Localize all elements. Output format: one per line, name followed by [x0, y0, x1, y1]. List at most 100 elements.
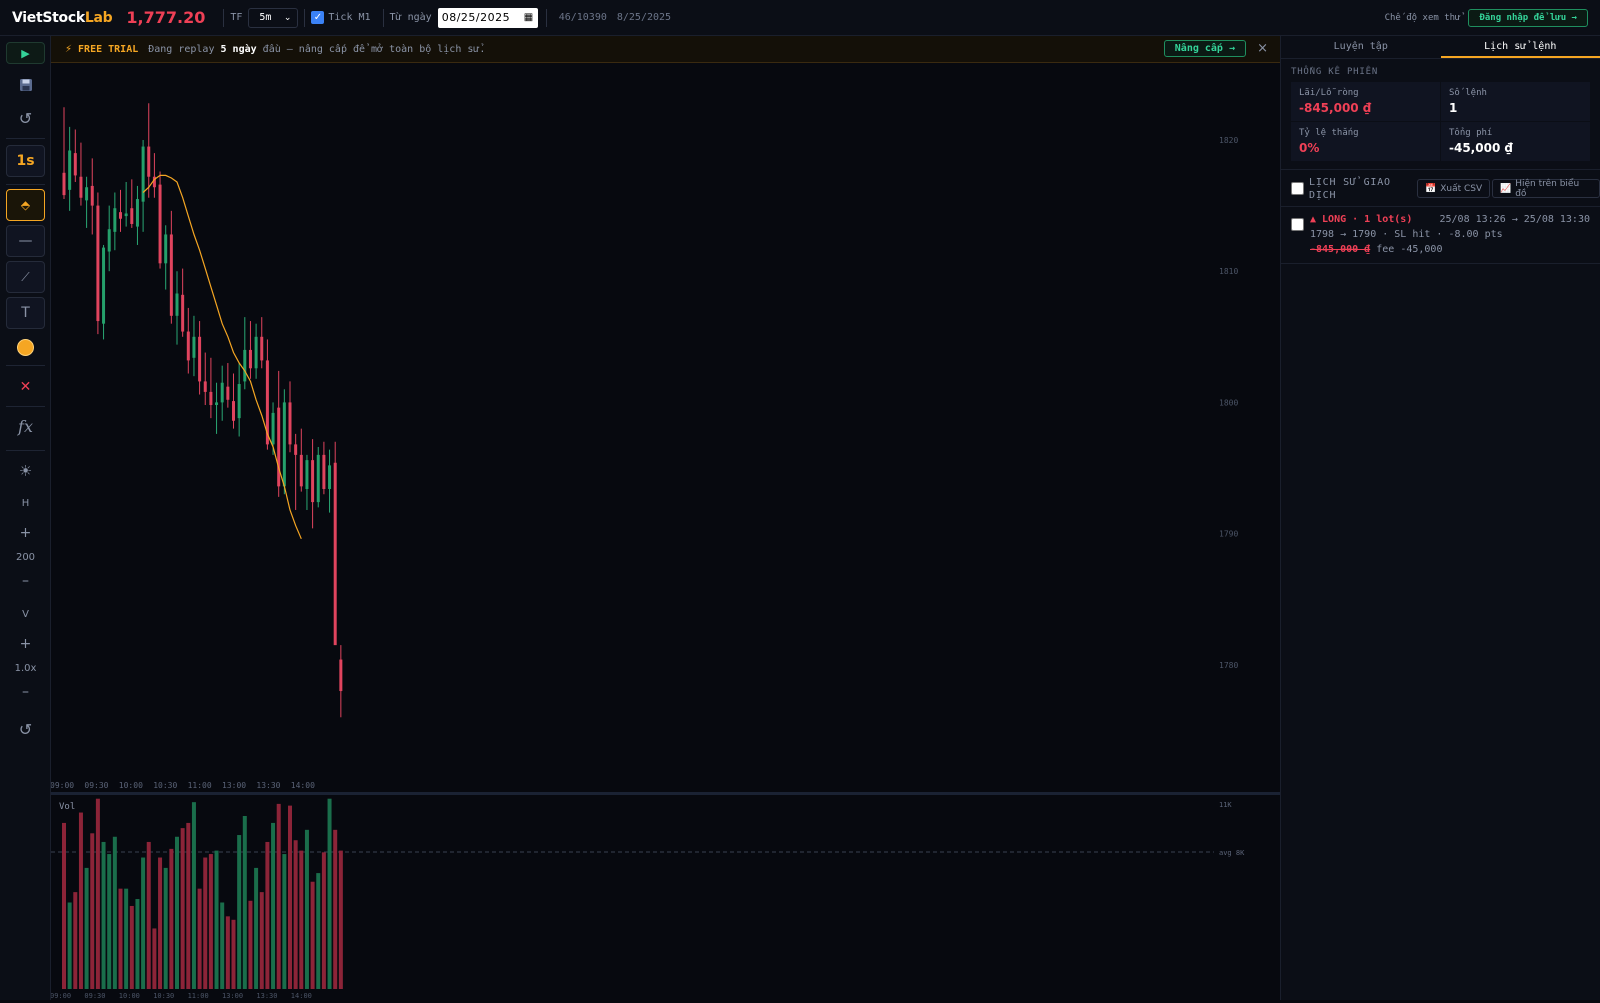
h-zoom-out-button[interactable]: –	[6, 572, 45, 590]
price-chart[interactable]: 18201810180017901780 09:0009:3010:0010:3…	[51, 63, 1280, 1000]
volume-bar	[294, 840, 298, 989]
candle-body	[74, 153, 77, 175]
current-price: 1,777.20	[126, 8, 205, 27]
play-button[interactable]: ▶	[6, 42, 45, 64]
divider	[6, 365, 45, 366]
volume-bar	[288, 806, 292, 989]
candle-body	[102, 248, 105, 324]
volume-bar	[135, 899, 139, 989]
panel-tabs: Luyện tập Lịch sử lệnh	[1281, 36, 1600, 59]
h-zoom-in-button[interactable]: +	[6, 524, 45, 542]
candle-body	[187, 332, 190, 361]
trade-row[interactable]: ▲ LONG · 1 lot(s) 25/08 13:26 → 25/08 13…	[1281, 207, 1600, 264]
tick-m1-checkbox[interactable]: ✓	[311, 11, 324, 24]
v-zoom-in-button[interactable]: +	[6, 635, 45, 653]
candle-body	[198, 337, 201, 382]
export-csv-button[interactable]: 📅Xuất CSV	[1417, 179, 1490, 198]
candle-body	[79, 177, 82, 198]
volume-bar	[209, 854, 213, 989]
trade-checkbox[interactable]	[1291, 218, 1304, 231]
timeframe-select[interactable]: 5m⌄	[248, 8, 298, 28]
theme-toggle[interactable]: ☀	[6, 460, 45, 482]
v-scale-label: V	[6, 607, 45, 621]
candle-body	[300, 455, 303, 486]
speed-button[interactable]: 1s	[6, 145, 45, 177]
volume-bar	[113, 837, 117, 989]
indicators-button[interactable]: fx	[6, 413, 45, 439]
candle-body	[255, 337, 258, 368]
from-date-input[interactable]: 08/25/2025▦	[438, 8, 538, 28]
candle-body	[142, 147, 145, 202]
y-tick-label: 1790	[1219, 530, 1238, 539]
select-all-checkbox[interactable]	[1291, 182, 1304, 195]
divider	[546, 9, 547, 27]
trade-result: -845,000 ₫ fee -45,000	[1310, 244, 1442, 255]
pane-separator[interactable]	[51, 792, 1280, 795]
volume-bar	[62, 823, 66, 989]
horizontal-line-tool[interactable]: —	[6, 225, 45, 257]
session-stats: Lãi/Lỗ ròng-845,000 ₫ Số lệnh1 Tỷ lệ thắ…	[1291, 82, 1590, 161]
volume-bar	[203, 858, 207, 989]
candle-body	[322, 455, 325, 489]
volume-bar	[119, 889, 123, 989]
candle-body	[136, 199, 139, 227]
volume-bar	[305, 830, 309, 989]
save-icon	[19, 78, 33, 92]
volume-bar	[311, 882, 315, 989]
volume-bar	[322, 852, 326, 989]
text-tool[interactable]: T	[6, 297, 45, 329]
candle-body	[192, 337, 195, 358]
volume-bar	[277, 804, 281, 989]
candle-body	[339, 660, 342, 691]
save-button[interactable]	[6, 74, 45, 96]
v-zoom-out-button[interactable]: –	[6, 683, 45, 701]
stat-win-rate: Tỷ lệ thắng0%	[1291, 122, 1440, 161]
x-tick-label: 13:00	[222, 781, 246, 790]
trendline-tool[interactable]: ⟋	[6, 261, 45, 293]
candle-body	[328, 465, 331, 489]
candle-body	[176, 294, 179, 316]
upgrade-button[interactable]: Nâng cấp →	[1164, 40, 1246, 57]
tick-m1-label: Tick M1	[328, 12, 370, 23]
calendar-icon: 📅	[1425, 184, 1436, 194]
calendar-icon[interactable]: ▦	[524, 12, 534, 23]
divider	[304, 9, 305, 27]
crosshair-tool[interactable]: ⬘	[6, 189, 45, 221]
candle-body	[130, 208, 133, 224]
minus-icon: –	[22, 573, 29, 589]
volume-bar	[220, 903, 224, 990]
tab-order-history[interactable]: Lịch sử lệnh	[1441, 36, 1600, 58]
tab-practice[interactable]: Luyện tập	[1281, 36, 1441, 58]
candle-body	[317, 455, 320, 502]
divider	[6, 184, 45, 185]
crosshair-icon: ⬘	[21, 198, 30, 212]
logo: VietStockLab	[12, 10, 112, 26]
chart-area[interactable]: 18201810180017901780 09:0009:3010:0010:3…	[51, 63, 1280, 1000]
login-button[interactable]: Đăng nhập để lưu →	[1468, 9, 1588, 27]
candle-body	[159, 185, 162, 264]
close-icon: ✕	[20, 379, 32, 395]
volume-x-tick-label: 10:30	[153, 992, 174, 1000]
horizontal-line-icon: —	[19, 233, 33, 249]
candle-body	[260, 337, 263, 361]
volume-bar	[152, 928, 156, 989]
show-on-chart-button[interactable]: 📈Hiện trên biểu đồ	[1492, 179, 1600, 198]
candle-body	[91, 186, 94, 206]
volume-bar	[282, 854, 286, 989]
reset-zoom-button[interactable]: ↺	[6, 718, 45, 740]
candle-body	[215, 402, 218, 405]
candle-body	[108, 229, 111, 251]
x-tick-label: 14:00	[291, 781, 315, 790]
top-bar: VietStockLab 1,777.20 TF 5m⌄ ✓ Tick M1 T…	[0, 0, 1600, 36]
plus-icon: +	[20, 636, 32, 652]
volume-x-tick-label: 09:30	[84, 992, 105, 1000]
volume-avg-label: avg 8K	[1219, 849, 1245, 857]
candle-body	[311, 460, 314, 502]
color-picker[interactable]	[6, 336, 45, 358]
reset-button[interactable]: ↺	[6, 107, 45, 129]
tf-label: TF	[230, 12, 242, 23]
clear-drawings-button[interactable]: ✕	[6, 376, 45, 398]
banner-close-icon[interactable]: ×	[1257, 41, 1268, 56]
play-icon: ▶	[21, 47, 29, 60]
candle-body	[170, 234, 173, 315]
